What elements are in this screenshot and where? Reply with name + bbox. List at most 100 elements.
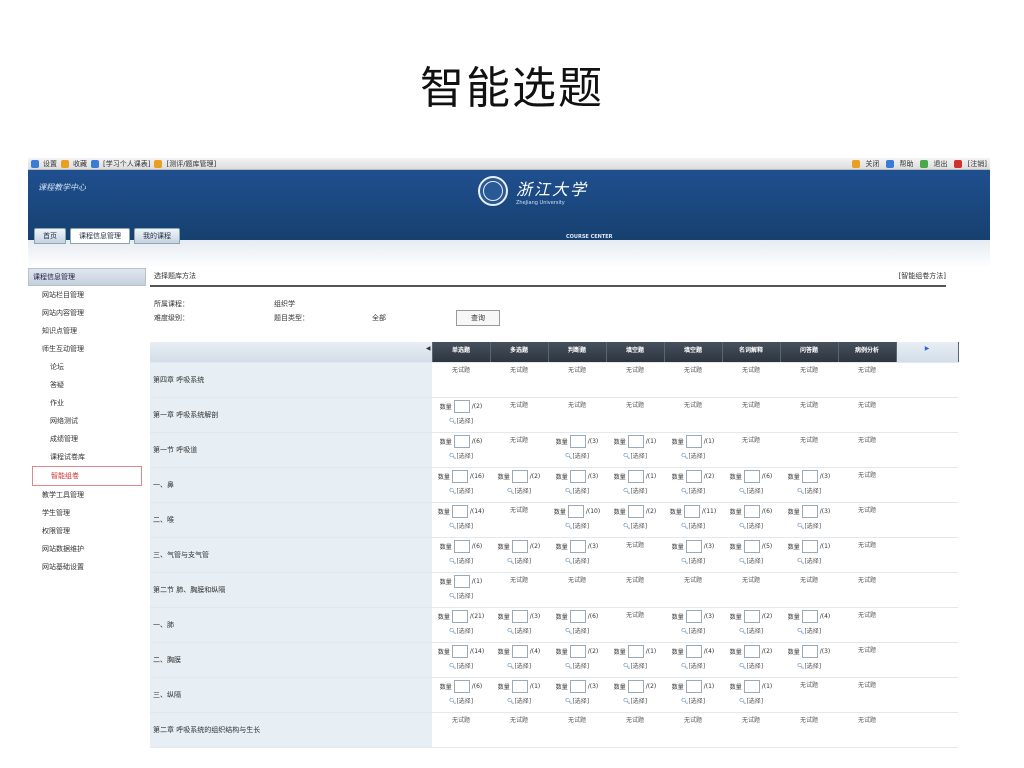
select-label[interactable]: [选择]: [688, 698, 705, 705]
select-label[interactable]: [选择]: [572, 698, 589, 705]
select-link[interactable]: 🔍︎[选择]: [623, 451, 647, 460]
sidebar-item[interactable]: 智能组卷: [32, 466, 142, 486]
count-input[interactable]: [511, 645, 528, 658]
select-label[interactable]: [选择]: [688, 663, 705, 670]
count-input[interactable]: [743, 505, 760, 518]
select-link[interactable]: 🔍︎[选择]: [739, 486, 763, 495]
select-label[interactable]: [选择]: [456, 628, 473, 635]
count-input[interactable]: [801, 470, 818, 483]
sidebar-item[interactable]: 论坛: [28, 358, 146, 376]
select-label[interactable]: [选择]: [456, 698, 473, 705]
select-label[interactable]: [选择]: [746, 663, 763, 670]
select-link[interactable]: 🔍︎[选择]: [681, 626, 705, 635]
toolbar-item[interactable]: [测评/题库管理]: [166, 159, 216, 169]
count-input[interactable]: [627, 645, 644, 658]
select-label[interactable]: [选择]: [746, 698, 763, 705]
select-label[interactable]: [选择]: [630, 698, 647, 705]
count-input[interactable]: [801, 540, 818, 553]
select-link[interactable]: 🔍︎[选择]: [449, 521, 473, 530]
select-label[interactable]: [选择]: [514, 558, 531, 565]
select-link[interactable]: 🔍︎[选择]: [681, 521, 705, 530]
count-input[interactable]: [511, 540, 528, 553]
select-label[interactable]: [选择]: [804, 523, 821, 530]
count-input[interactable]: [743, 680, 760, 693]
select-label[interactable]: [选择]: [688, 523, 705, 530]
select-link[interactable]: 🔍︎[选择]: [739, 626, 763, 635]
select-label[interactable]: [选择]: [514, 663, 531, 670]
sidebar-item[interactable]: 网络测试: [28, 412, 146, 430]
select-link[interactable]: 🔍︎[选择]: [797, 661, 821, 670]
toolbar-item[interactable]: 关闭: [866, 159, 880, 169]
select-label[interactable]: [选择]: [804, 488, 821, 495]
count-input[interactable]: [453, 540, 470, 553]
select-link[interactable]: 🔍︎[选择]: [565, 521, 589, 530]
select-label[interactable]: [选择]: [572, 663, 589, 670]
toolbar-item[interactable]: 退出: [934, 159, 948, 169]
select-label[interactable]: [选择]: [746, 523, 763, 530]
sidebar-item[interactable]: 答疑: [28, 376, 146, 394]
select-link[interactable]: 🔍︎[选择]: [449, 556, 473, 565]
sidebar-item[interactable]: 作业: [28, 394, 146, 412]
select-link[interactable]: 🔍︎[选择]: [681, 556, 705, 565]
sidebar-item[interactable]: 课程试卷库: [28, 448, 146, 466]
sidebar-header[interactable]: 课程信息管理: [28, 268, 146, 286]
select-label[interactable]: [选择]: [688, 453, 705, 460]
count-input[interactable]: [801, 610, 818, 623]
select-link[interactable]: 🔍︎[选择]: [797, 626, 821, 635]
count-input[interactable]: [627, 435, 644, 448]
count-input[interactable]: [627, 680, 644, 693]
select-link[interactable]: 🔍︎[选择]: [507, 556, 531, 565]
toolbar-item[interactable]: 设置: [43, 159, 57, 169]
grid-scroll-left[interactable]: ◀: [150, 342, 433, 363]
sidebar-item[interactable]: 成绩管理: [28, 430, 146, 448]
select-link[interactable]: 🔍︎[选择]: [507, 696, 531, 705]
select-link[interactable]: 🔍︎[选择]: [449, 661, 473, 670]
count-input[interactable]: [451, 610, 468, 623]
select-label[interactable]: [选择]: [456, 593, 473, 600]
count-input[interactable]: [453, 575, 470, 588]
sidebar-item[interactable]: 网站数据维护: [28, 540, 146, 558]
type-value[interactable]: 全部: [372, 313, 386, 323]
select-link[interactable]: 🔍︎[选择]: [449, 486, 473, 495]
select-label[interactable]: [选择]: [456, 523, 473, 530]
select-link[interactable]: 🔍︎[选择]: [797, 556, 821, 565]
select-link[interactable]: 🔍︎[选择]: [449, 696, 473, 705]
select-label[interactable]: [选择]: [514, 628, 531, 635]
count-input[interactable]: [743, 540, 760, 553]
nav-tab[interactable]: 首页: [34, 228, 66, 244]
select-label[interactable]: [选择]: [572, 488, 589, 495]
sidebar-item[interactable]: 知识点管理: [28, 322, 146, 340]
select-link[interactable]: 🔍︎[选择]: [449, 591, 473, 600]
select-link[interactable]: 🔍︎[选择]: [681, 696, 705, 705]
select-label[interactable]: [选择]: [572, 628, 589, 635]
query-button[interactable]: 查询: [456, 310, 500, 326]
select-link[interactable]: 🔍︎[选择]: [449, 626, 473, 635]
select-link[interactable]: 🔍︎[选择]: [681, 451, 705, 460]
sidebar-item[interactable]: 网站内容管理: [28, 304, 146, 322]
select-label[interactable]: [选择]: [572, 523, 589, 530]
select-link[interactable]: 🔍︎[选择]: [565, 696, 589, 705]
count-input[interactable]: [453, 400, 470, 413]
count-input[interactable]: [685, 470, 702, 483]
select-link[interactable]: 🔍︎[选择]: [507, 486, 531, 495]
select-label[interactable]: [选择]: [572, 453, 589, 460]
select-label[interactable]: [选择]: [514, 488, 531, 495]
select-link[interactable]: 🔍︎[选择]: [507, 661, 531, 670]
select-label[interactable]: [选择]: [630, 453, 647, 460]
count-input[interactable]: [685, 680, 702, 693]
count-input[interactable]: [569, 540, 586, 553]
select-link[interactable]: 🔍︎[选择]: [623, 486, 647, 495]
select-link[interactable]: 🔍︎[选择]: [739, 521, 763, 530]
count-input[interactable]: [567, 505, 584, 518]
select-label[interactable]: [选择]: [804, 628, 821, 635]
count-input[interactable]: [743, 645, 760, 658]
select-link[interactable]: 🔍︎[选择]: [565, 626, 589, 635]
select-link[interactable]: 🔍︎[选择]: [797, 521, 821, 530]
select-link[interactable]: 🔍︎[选择]: [565, 486, 589, 495]
select-link[interactable]: 🔍︎[选择]: [623, 521, 647, 530]
toolbar-item[interactable]: 收藏: [73, 159, 87, 169]
count-input[interactable]: [451, 645, 468, 658]
select-label[interactable]: [选择]: [804, 558, 821, 565]
sidebar-item[interactable]: 教学工具管理: [28, 486, 146, 504]
select-label[interactable]: [选择]: [456, 663, 473, 670]
